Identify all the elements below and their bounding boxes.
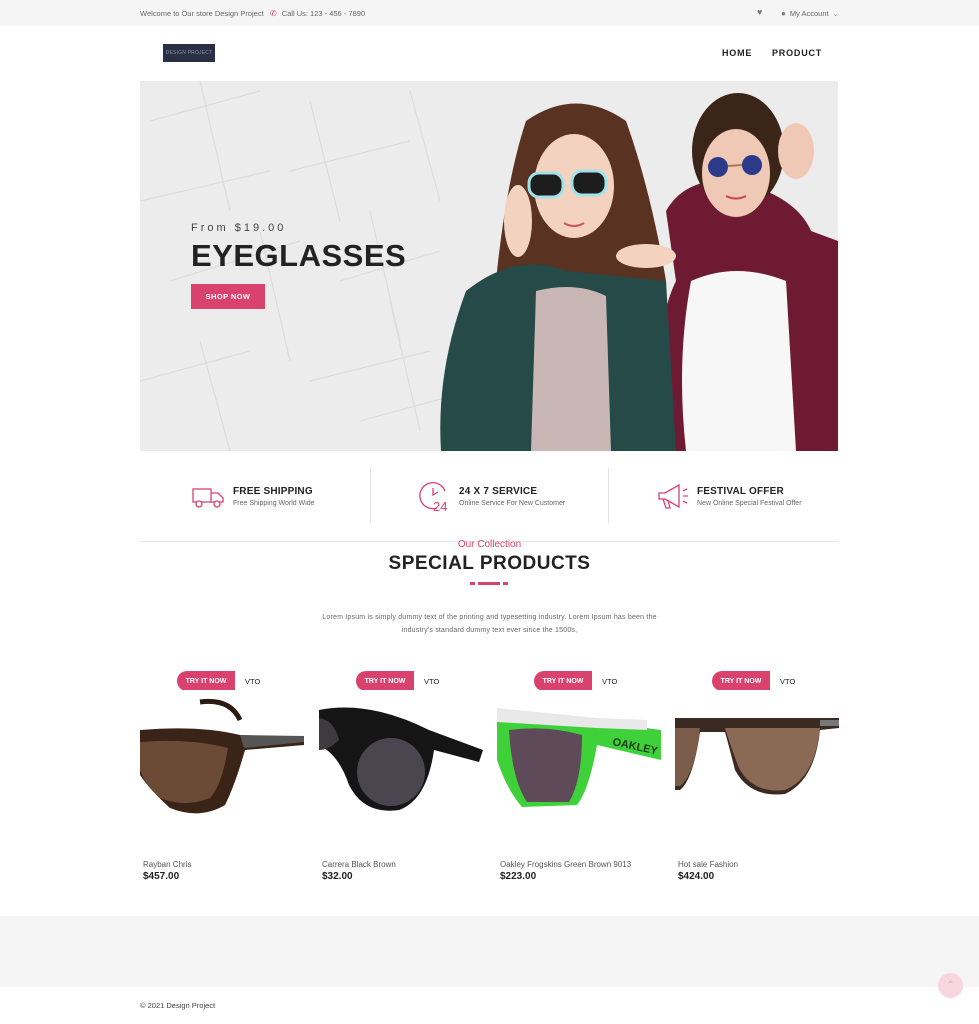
feature-festival-offer: FESTIVAL OFFER New Online Special Festiv… <box>655 479 802 513</box>
phone-text: Call Us: 123 - 456 - 7890 <box>281 9 366 18</box>
product-name[interactable]: Rayban Chris <box>143 860 191 869</box>
product-image <box>140 690 304 850</box>
nav-home[interactable]: HOME <box>722 48 752 58</box>
product-image <box>675 690 839 850</box>
my-account-label: My Account <box>789 9 829 18</box>
feature-free-shipping: FREE SHIPPING Free Shipping World Wide <box>191 479 315 513</box>
special-products-title: SPECIAL PRODUCTS <box>388 553 591 574</box>
user-icon: ● <box>781 9 786 18</box>
feature-24x7-service: 24 24 X 7 SERVICE Online Service For New… <box>417 479 565 513</box>
vto-link[interactable]: VTO <box>602 677 617 686</box>
feature-title: FESTIVAL OFFER <box>697 485 784 497</box>
feature-subtitle: New Online Special Festival Offer <box>697 499 802 507</box>
shop-now-button[interactable]: SHOP NOW <box>191 284 265 309</box>
title-underline-dot <box>470 582 475 585</box>
try-it-now-button[interactable]: TRY IT NOW <box>712 671 770 691</box>
product-card[interactable]: TRY IT NOW VTO Carrera Black Brown $32.0… <box>319 668 483 888</box>
svg-text:24: 24 <box>433 499 447 513</box>
collection-eyebrow: Our Collection <box>457 539 522 550</box>
hero-models-image <box>440 93 838 451</box>
top-bar: Welcome to Our store Design Project ✆ Ca… <box>0 0 979 26</box>
chevron-up-icon: ⌃ <box>946 980 955 991</box>
phone-icon: ✆ <box>270 9 277 18</box>
title-underline <box>478 582 500 585</box>
hero-banner: From $19.00 EYEGLASSES SHOP NOW <box>140 81 838 451</box>
scroll-to-top-button[interactable]: ⌃ <box>938 973 963 998</box>
footer-band <box>0 916 979 987</box>
hero-price-from: From $19.00 <box>191 222 287 234</box>
copyright-text: © 2021 Design Project <box>140 1001 216 1010</box>
try-it-now-button[interactable]: TRY IT NOW <box>534 671 592 691</box>
welcome-text: Welcome to Our store Design Project <box>140 9 264 18</box>
product-card[interactable]: TRY IT NOW VTO Rayban Chris $457.00 <box>140 668 304 888</box>
hero-title: EYEGLASSES <box>191 238 407 273</box>
product-card[interactable]: TRY IT NOW VTO Hot sale Fashion $424.00 <box>675 668 839 888</box>
title-underline-dot <box>503 582 508 585</box>
feature-title: 24 X 7 SERVICE <box>459 485 538 497</box>
truck-icon <box>192 488 224 508</box>
product-price: $223.00 <box>500 871 537 882</box>
feature-divider <box>608 468 609 523</box>
chevron-down-icon: ⌄ <box>832 10 839 18</box>
vto-link[interactable]: VTO <box>245 677 260 686</box>
product-price: $32.00 <box>322 871 353 882</box>
try-it-now-button[interactable]: TRY IT NOW <box>177 671 235 691</box>
product-name[interactable]: Oakley Frogskins Green Brown 9013 <box>500 860 631 869</box>
feature-divider <box>370 468 371 523</box>
feature-title: FREE SHIPPING <box>233 485 313 497</box>
product-image: OAKLEY <box>497 690 661 850</box>
try-it-now-button[interactable]: TRY IT NOW <box>356 671 414 691</box>
vto-link[interactable]: VTO <box>424 677 439 686</box>
megaphone-icon <box>658 483 688 509</box>
vto-link[interactable]: VTO <box>780 677 795 686</box>
site-logo[interactable]: DESIGN PROJECT <box>163 44 215 62</box>
feature-subtitle: Free Shipping World Wide <box>233 499 315 507</box>
feature-subtitle: Online Service For New Customer <box>459 499 566 507</box>
product-name[interactable]: Carrera Black Brown <box>322 860 396 869</box>
product-price: $424.00 <box>678 871 715 882</box>
my-account-dropdown[interactable]: ● My Account ⌄ <box>781 9 839 18</box>
product-image <box>319 690 483 850</box>
product-price: $457.00 <box>143 871 180 882</box>
heart-icon[interactable]: ♥ <box>757 7 762 17</box>
clock-24-icon: 24 <box>419 482 447 513</box>
collection-description: Lorem Ipsum is simply dummy text of the … <box>322 614 657 634</box>
nav-product[interactable]: PRODUCT <box>772 48 822 58</box>
product-card[interactable]: TRY IT NOW VTO OAKLEY Oakley Frogskins G… <box>497 668 661 888</box>
phone-info: ✆ Call Us: 123 - 456 - 7890 <box>270 9 365 18</box>
product-name[interactable]: Hot sale Fashion <box>678 860 738 869</box>
